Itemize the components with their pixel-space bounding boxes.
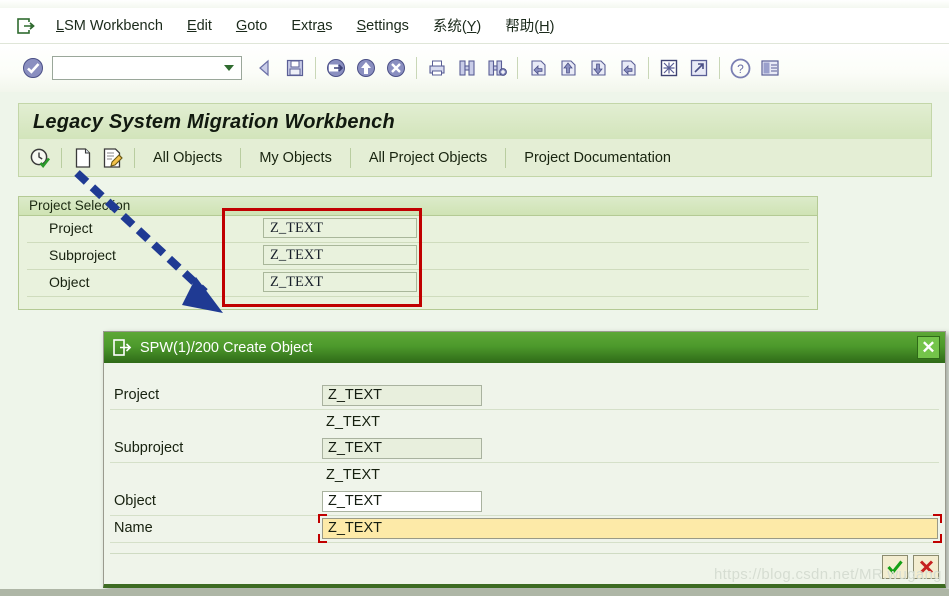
menu-item-lsm-workbench[interactable]: LSM Workbench (44, 16, 175, 36)
project-label: Project (49, 220, 93, 236)
chevron-down-icon[interactable] (224, 65, 234, 71)
menu-item-help[interactable]: 帮助(H) (493, 13, 566, 38)
shortcut-icon[interactable] (684, 53, 714, 83)
create-session-icon[interactable] (654, 53, 684, 83)
enter-check-icon[interactable] (18, 53, 48, 83)
svg-text:?: ? (737, 62, 744, 76)
object-label: Object (49, 274, 90, 290)
window-bottom-bar (0, 589, 949, 596)
toolbar-separator (61, 147, 62, 168)
dialog-project-description: Z_TEXT (326, 414, 380, 430)
toolbar-separator (719, 57, 720, 79)
dialog-subproject-input[interactable]: Z_TEXT (322, 438, 482, 459)
edit-document-icon[interactable] (98, 143, 128, 173)
menu-item-edit[interactable]: Edit (175, 16, 224, 36)
dialog-separator (110, 553, 939, 554)
toolbar-separator (517, 57, 518, 79)
help-icon[interactable]: ? (725, 53, 755, 83)
subproject-row: Subproject Z_TEXT (27, 243, 809, 270)
dialog-name-label: Name (114, 520, 153, 536)
previous-page-icon[interactable] (553, 53, 583, 83)
project-row: Project Z_TEXT (27, 216, 809, 243)
print-icon[interactable] (422, 53, 452, 83)
back-arrow-icon[interactable] (250, 53, 280, 83)
app-title-bar: Legacy System Migration Workbench (18, 103, 932, 141)
watermark: https://blog.csdn.net/MR.wugang (714, 566, 942, 583)
last-page-icon[interactable] (613, 53, 643, 83)
layout-menu-icon[interactable] (755, 53, 785, 83)
save-icon[interactable] (280, 53, 310, 83)
exit-icon[interactable] (321, 53, 351, 83)
app-toolbar: All Objects My Objects All Project Objec… (18, 139, 932, 177)
dialog-object-input[interactable]: Z_TEXT (322, 491, 482, 512)
project-field[interactable]: Z_TEXT (263, 218, 417, 238)
dialog-project-input[interactable]: Z_TEXT (322, 385, 482, 406)
page-title: Legacy System Migration Workbench (33, 110, 395, 133)
system-menu-icon[interactable] (8, 13, 44, 39)
command-field[interactable] (52, 56, 242, 80)
dialog-object-label: Object (114, 493, 156, 509)
dialog-subproject-description-row: Z_TEXT (110, 463, 939, 489)
next-page-icon[interactable] (583, 53, 613, 83)
subproject-label: Subproject (49, 247, 116, 263)
dialog-subproject-label: Subproject (114, 440, 184, 456)
toolbar-separator (240, 147, 242, 168)
menu-item-extras[interactable]: Extras (279, 16, 344, 36)
toolbar-separator (416, 57, 417, 79)
toolbar-separator (648, 57, 649, 79)
button-all-project-objects[interactable]: All Project Objects (357, 147, 499, 169)
window-top-strip (0, 0, 949, 8)
dialog-body: Project Z_TEXT Z_TEXT Subproject Z_TEXT … (104, 363, 945, 585)
dialog-subproject-row: Subproject Z_TEXT (110, 436, 939, 463)
button-my-objects[interactable]: My Objects (247, 147, 344, 169)
dialog-subproject-description: Z_TEXT (326, 467, 380, 483)
menu-item-system[interactable]: 系统(Y) (421, 13, 493, 38)
close-icon[interactable]: ✕ (917, 336, 940, 359)
dialog-project-label: Project (114, 387, 160, 403)
toolbar-separator (315, 57, 316, 79)
button-all-objects[interactable]: All Objects (141, 147, 234, 169)
object-row: Object Z_TEXT (27, 270, 809, 297)
panel-header: Project Selection (19, 197, 817, 216)
menu-item-settings[interactable]: Settings (345, 16, 421, 36)
toolbar-separator (134, 147, 135, 168)
toolbar-separator (505, 147, 507, 168)
button-project-documentation[interactable]: Project Documentation (512, 147, 683, 169)
new-document-icon[interactable] (68, 143, 98, 173)
find-next-icon[interactable] (482, 53, 512, 83)
sap-toolbar: ? (0, 44, 949, 93)
dialog-name-input[interactable]: Z_TEXT (322, 518, 938, 539)
dialog-project-description-row: Z_TEXT (110, 410, 939, 436)
create-object-dialog: SPW(1)/200 Create Object ✕ Project Z_TEX… (103, 331, 946, 588)
menu-bar: LSM Workbench Edit Goto Extras Settings … (0, 8, 949, 44)
menu-item-goto[interactable]: Goto (224, 16, 279, 36)
dialog-title-bar[interactable]: SPW(1)/200 Create Object ✕ (104, 332, 945, 363)
cancel-icon[interactable] (381, 53, 411, 83)
exit-door-icon (112, 337, 134, 359)
first-page-icon[interactable] (523, 53, 553, 83)
find-icon[interactable] (452, 53, 482, 83)
up-icon[interactable] (351, 53, 381, 83)
project-selection-panel: Project Selection Project Z_TEXT Subproj… (18, 196, 818, 310)
dialog-project-row: Project Z_TEXT (110, 383, 939, 410)
dialog-title: SPW(1)/200 Create Object (140, 339, 313, 356)
subproject-field[interactable]: Z_TEXT (263, 245, 417, 265)
history-clock-icon[interactable] (25, 143, 55, 173)
toolbar-separator (349, 147, 351, 168)
object-field[interactable]: Z_TEXT (263, 272, 417, 292)
dialog-object-row: Object Z_TEXT (110, 489, 939, 516)
dialog-name-row: Name Z_TEXT (110, 514, 942, 543)
